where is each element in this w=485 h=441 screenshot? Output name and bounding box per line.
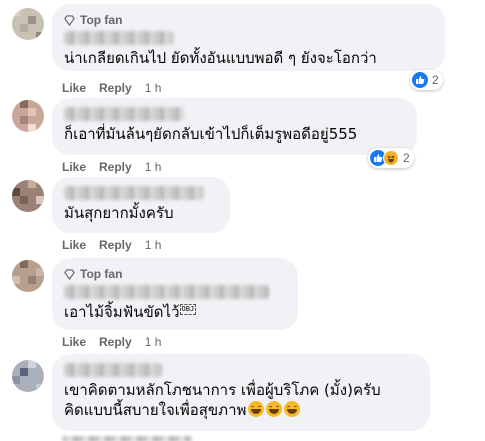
like-button[interactable]: Like (62, 81, 86, 95)
reaction-summary[interactable]: 2 (410, 70, 443, 90)
comment-bubble: เขาคิดตามหลักโภชนาการ เพื่อผู้บริโภค (มั… (52, 354, 430, 431)
comment-actions: Like Reply 1 h (62, 238, 161, 252)
comment-bubble: Top fan เอาไม้จิ้มฟันขัดไว้ OBJ (52, 258, 298, 330)
haha-reaction-icon (383, 150, 399, 166)
comment-text: เอาไม้จิ้มฟันขัดไว้ OBJ (64, 302, 286, 322)
comment-text-content: คิดแบบนี้สบายใจเพื่อสุขภาพ (64, 401, 247, 419)
comment-time[interactable]: 1 h (145, 160, 162, 174)
comment-bubble: ก็เอาที่มันล้นๆยัดกลับเข้าไปก็เต็มรูพอดี… (52, 98, 417, 155)
comment-text: ก็เอาที่มันล้นๆยัดกลับเข้าไปก็เต็มรูพอดี… (64, 125, 358, 143)
top-fan-badge: Top fan (64, 12, 433, 28)
commenter-name[interactable] (64, 285, 269, 299)
comment-time[interactable]: 1 h (145, 335, 162, 349)
avatar[interactable] (12, 100, 44, 132)
comment-actions: Like Reply 1 h (62, 160, 161, 174)
like-reaction-icon (412, 72, 428, 88)
top-fan-label: Top fan (80, 267, 123, 281)
commenter-name[interactable] (64, 107, 184, 121)
avatar[interactable] (12, 8, 44, 40)
comment-text-line-2: คิดแบบนี้สบายใจเพื่อสุขภาพ (64, 400, 418, 420)
comment-text-content: เอาไม้จิ้มฟันขัดไว้ (64, 303, 180, 321)
grin-emoji-icon (248, 401, 265, 417)
avatar[interactable] (12, 360, 44, 392)
reaction-count: 2 (432, 73, 439, 87)
comment-text: น่าเกลียดเกินไป ยัดทั้งอันแบบพอดี ๆ ยังจ… (64, 49, 377, 67)
comment-actions: Like Reply 1 h (62, 335, 161, 349)
diamond-icon (64, 268, 75, 280)
commenter-name[interactable] (64, 186, 204, 200)
like-button[interactable]: Like (62, 335, 86, 349)
like-button[interactable]: Like (62, 238, 86, 252)
avatar[interactable] (12, 180, 44, 212)
comment-actions: Like Reply 1 h (62, 81, 161, 95)
comment-time[interactable]: 1 h (145, 238, 162, 252)
commenter-name[interactable] (64, 31, 174, 45)
comment-actions[interactable] (62, 436, 192, 441)
grin-emoji-icon (266, 401, 283, 417)
comment-time[interactable]: 1 h (145, 81, 162, 95)
grin-emoji-icon (284, 401, 301, 417)
top-fan-badge: Top fan (64, 266, 286, 282)
reply-button[interactable]: Reply (99, 160, 132, 174)
comment-bubble: Top fan น่าเกลียดเกินไป ยัดทั้งอันแบบพอด… (52, 4, 445, 71)
top-fan-label: Top fan (80, 13, 123, 27)
reply-button[interactable]: Reply (99, 81, 132, 95)
comment-text-line-1: เขาคิดตามหลักโภชนาการ เพื่อผู้บริโภค (มั… (64, 381, 381, 399)
avatar[interactable] (12, 260, 44, 292)
commenter-name[interactable] (64, 363, 162, 377)
reply-button[interactable]: Reply (99, 335, 132, 349)
comment-text: มันสุกยากมั้งครับ (64, 204, 174, 222)
reaction-summary[interactable]: 2 (368, 148, 414, 168)
diamond-icon (64, 14, 75, 26)
comment-bubble: มันสุกยากมั้งครับ (52, 177, 230, 233)
reaction-count: 2 (403, 151, 410, 165)
object-replacement-glyph: OBJ (179, 304, 197, 315)
reply-button[interactable]: Reply (99, 238, 132, 252)
like-button[interactable]: Like (62, 160, 86, 174)
